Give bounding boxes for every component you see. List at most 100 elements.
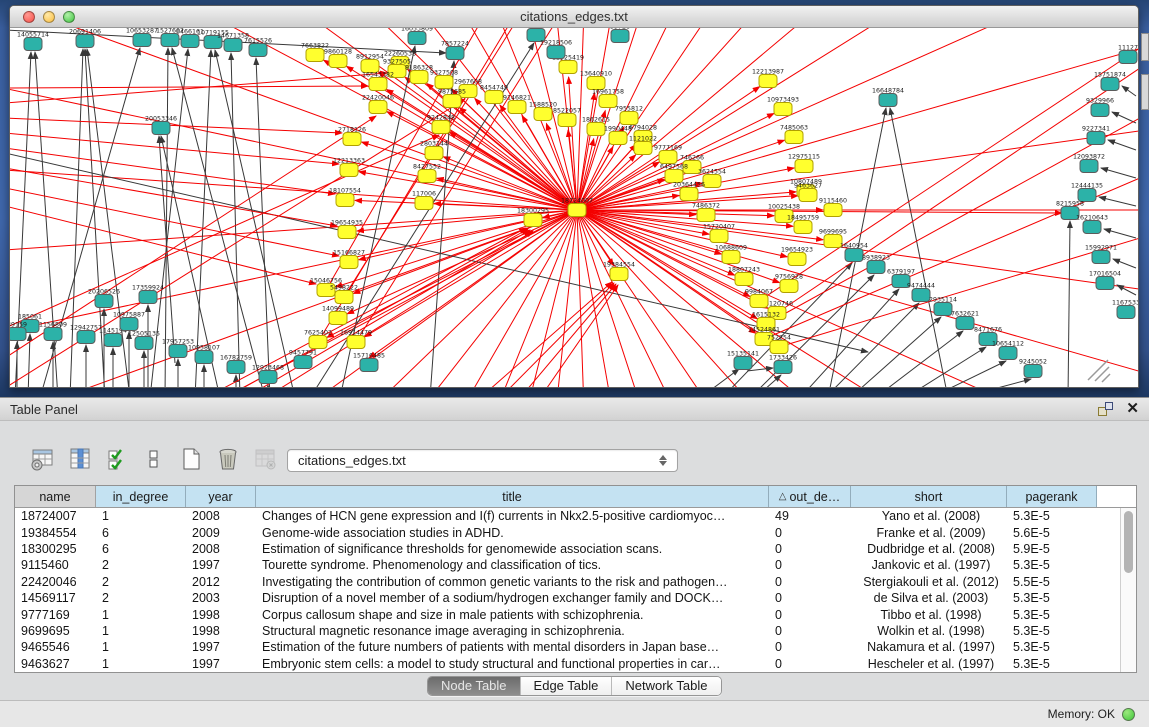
graph-node[interactable]: 2718126 <box>338 127 366 146</box>
table-row[interactable]: 946362711997Embryonic stem cells: a mode… <box>15 656 1121 672</box>
table-cell[interactable]: 0 <box>769 640 851 654</box>
delete-table-icon[interactable] <box>252 446 278 472</box>
graph-node[interactable]: 16543382 <box>362 72 394 91</box>
graph-node[interactable]: 12213363 <box>333 158 365 177</box>
graph-node[interactable]: 19384554 <box>603 262 635 281</box>
table-row[interactable]: 2242004622012Investigating the contribut… <box>15 574 1121 590</box>
table-cell[interactable]: Changes of HCN gene expression and I(f) … <box>256 509 769 523</box>
graph-edge[interactable] <box>1099 197 1136 206</box>
table-cell[interactable]: Jankovic et al. (1997) <box>851 558 1007 572</box>
graph-node[interactable]: 15135141 <box>727 351 759 370</box>
table-cell[interactable]: 5.5E-5 <box>1007 575 1097 589</box>
graph-edge[interactable] <box>700 369 739 387</box>
table-cell[interactable]: 2012 <box>186 575 256 589</box>
graph-node[interactable]: 8522057 <box>553 108 581 127</box>
graph-node[interactable]: 59728 <box>610 28 630 43</box>
table-cell[interactable]: 9777169 <box>15 608 96 622</box>
resize-grip[interactable] <box>1088 360 1110 382</box>
graph-node[interactable]: 12444135 <box>1071 183 1103 202</box>
network-canvas[interactable]: 1872400776638229860128891295422260538932… <box>10 28 1138 387</box>
graph-node[interactable]: 7615526 <box>244 38 272 57</box>
graph-node[interactable]: 17359924 <box>132 285 164 304</box>
graph-node[interactable]: 17016504 <box>1089 271 1121 290</box>
table-cell[interactable]: 1997 <box>186 558 256 572</box>
tab-network-table[interactable]: Network Table <box>612 677 720 695</box>
graph-edge[interactable] <box>1122 86 1136 96</box>
table-cell[interactable]: 2008 <box>186 542 256 556</box>
column-header-year[interactable]: year <box>186 486 256 507</box>
graph-node[interactable]: 7625402 <box>304 330 332 349</box>
graph-node[interactable]: 15720407 <box>703 224 735 243</box>
graph-edge[interactable] <box>10 206 316 284</box>
table-cell[interactable]: 2008 <box>186 509 256 523</box>
graph-edge[interactable] <box>195 50 211 387</box>
hub-ray-edge[interactable] <box>420 210 577 387</box>
close-window-icon[interactable] <box>23 11 35 23</box>
graph-edge[interactable] <box>759 48 1138 301</box>
graph-node[interactable]: 1156809 <box>39 322 67 341</box>
graph-edge[interactable] <box>1104 229 1136 238</box>
table-cell[interactable]: 1 <box>96 624 186 638</box>
graph-edge[interactable] <box>1113 259 1136 268</box>
graph-node[interactable]: 20691406 <box>69 29 101 48</box>
graph-edge[interactable] <box>172 48 265 387</box>
graph-node[interactable]: 10973493 <box>767 97 799 116</box>
table-cell[interactable]: 18724007 <box>15 509 96 523</box>
table-cell[interactable]: Tibbo et al. (1998) <box>851 608 1007 622</box>
table-cell[interactable]: 5.3E-5 <box>1007 608 1097 622</box>
table-cell[interactable]: 5.3E-5 <box>1007 657 1097 671</box>
table-cell[interactable]: 5.3E-5 <box>1007 509 1097 523</box>
graph-edge[interactable] <box>1108 140 1136 150</box>
graph-node[interactable]: 18495759 <box>787 215 819 234</box>
graph-node[interactable]: 117006 <box>412 191 436 210</box>
graph-edge[interactable] <box>779 238 1138 347</box>
tab-edge-table[interactable]: Edge Table <box>521 677 613 695</box>
table-cell[interactable]: 1998 <box>186 624 256 638</box>
table-selector-dropdown[interactable]: citations_edges.txt <box>287 449 678 472</box>
table-row[interactable]: 1938455462009Genome-wide association stu… <box>15 524 1121 540</box>
column-header-out_de[interactable]: △out_de… <box>769 486 851 507</box>
show-columns-icon[interactable] <box>67 446 93 472</box>
table-cell[interactable]: 5.3E-5 <box>1007 591 1097 605</box>
graph-node[interactable]: 1121022 <box>629 136 657 155</box>
table-row[interactable]: 946554611997Estimation of the future num… <box>15 639 1121 655</box>
table-cell[interactable]: 1 <box>96 657 186 671</box>
table-cell[interactable]: 5.3E-5 <box>1007 624 1097 638</box>
graph-node[interactable]: 7955812 <box>615 106 643 125</box>
graph-edge[interactable] <box>165 48 168 387</box>
graph-edge[interactable] <box>10 168 337 226</box>
table-cell[interactable]: 5.3E-5 <box>1007 558 1097 572</box>
table-cell[interactable]: 9115460 <box>15 558 96 572</box>
table-cell[interactable]: 19384554 <box>15 526 96 540</box>
citation-edge[interactable] <box>353 210 577 294</box>
graph-edge[interactable] <box>231 53 240 387</box>
graph-node[interactable]: 13640910 <box>580 71 612 90</box>
table-cell[interactable]: Franke et al. (2009) <box>851 526 1007 540</box>
table-cell[interactable]: 5.6E-5 <box>1007 526 1097 540</box>
tab-node-table[interactable]: Node Table <box>428 677 521 695</box>
table-cell[interactable]: Embryonic stem cells: a model to study s… <box>256 657 769 671</box>
graph-node[interactable]: 9245052 <box>1019 359 1047 378</box>
table-row[interactable]: 911546021997Tourette syndrome. Phenomeno… <box>15 557 1121 573</box>
close-icon[interactable]: ✕ <box>1126 402 1139 416</box>
table-cell[interactable]: 1997 <box>186 640 256 654</box>
new-column-icon[interactable] <box>178 446 204 472</box>
rows-icon[interactable] <box>141 446 167 472</box>
graph-node[interactable]: 16053809 <box>401 28 433 45</box>
table-cell[interactable]: 9699695 <box>15 624 96 638</box>
graph-edge[interactable] <box>1112 112 1136 123</box>
zoom-window-icon[interactable] <box>63 11 75 23</box>
graph-node[interactable]: 39159 <box>10 322 27 341</box>
graph-node[interactable]: 15992971 <box>1085 245 1117 264</box>
graph-edge[interactable] <box>10 135 439 328</box>
table-cell[interactable]: Stergiakouli et al. (2012) <box>851 575 1007 589</box>
table-row[interactable]: 1456911722003Disruption of a novel membe… <box>15 590 1121 606</box>
graph-node[interactable]: 14055714 <box>17 32 49 51</box>
table-cell[interactable]: 1 <box>96 608 186 622</box>
network-window-titlebar[interactable]: citations_edges.txt <box>10 6 1138 28</box>
table-cell[interactable]: Nakamura et al. (1997) <box>851 640 1007 654</box>
hub-ray-edge[interactable] <box>577 28 1138 210</box>
graph-edge[interactable] <box>500 283 614 387</box>
table-cell[interactable]: Estimation of the future numbers of pati… <box>256 640 769 654</box>
graph-node[interactable]: 16648784 <box>872 88 904 107</box>
